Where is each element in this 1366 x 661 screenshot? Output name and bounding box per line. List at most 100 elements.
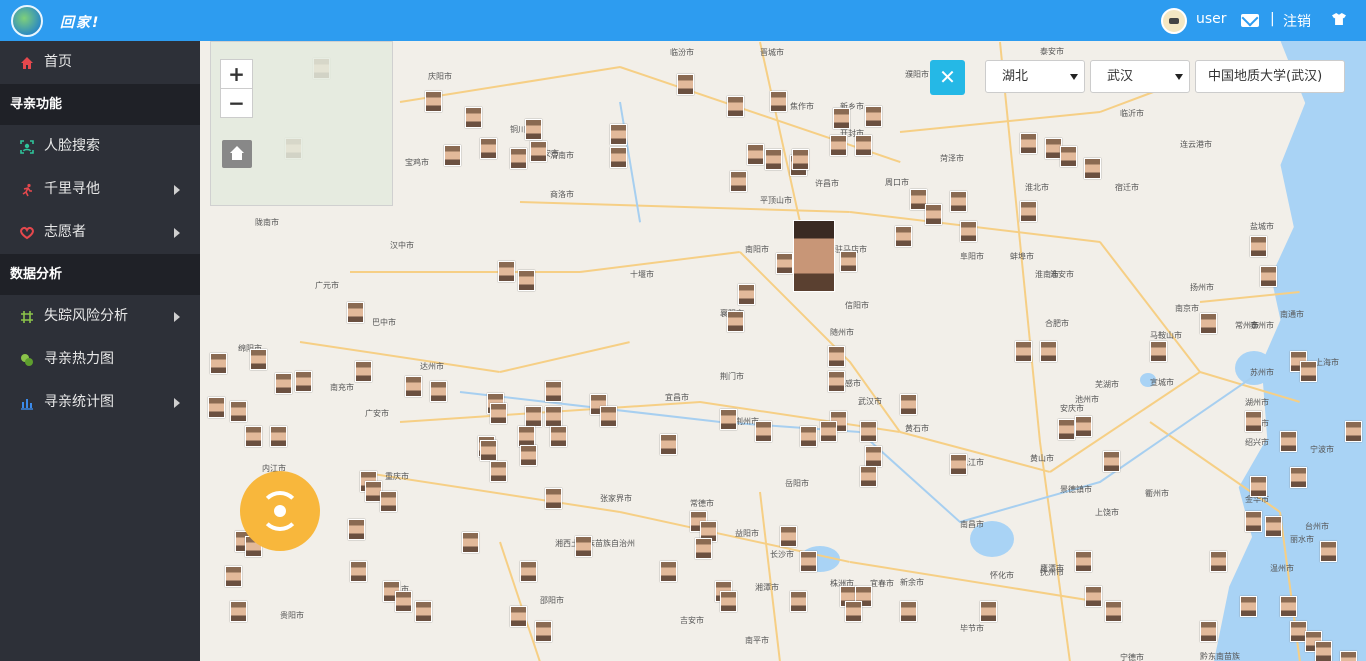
child-photo-marker[interactable]: [1200, 313, 1217, 334]
child-photo-marker[interactable]: [490, 461, 507, 482]
child-photo-marker[interactable]: [793, 220, 835, 292]
child-photo-marker[interactable]: [830, 135, 847, 156]
child-photo-marker[interactable]: [765, 149, 782, 170]
child-photo-marker[interactable]: [950, 191, 967, 212]
child-photo-marker[interactable]: [1103, 451, 1120, 472]
child-photo-marker[interactable]: [295, 371, 312, 392]
child-photo-marker[interactable]: [1245, 511, 1262, 532]
child-photo-marker[interactable]: [347, 302, 364, 323]
child-photo-marker[interactable]: [350, 561, 367, 582]
child-photo-marker[interactable]: [355, 361, 372, 382]
child-photo-marker[interactable]: [1085, 586, 1102, 607]
child-photo-marker[interactable]: [1105, 601, 1122, 622]
child-photo-marker[interactable]: [833, 108, 850, 129]
child-photo-marker[interactable]: [498, 261, 515, 282]
child-photo-marker[interactable]: [348, 519, 365, 540]
sidebar-item-statistics[interactable]: 寻亲统计图: [0, 381, 200, 424]
child-photo-marker[interactable]: [730, 171, 747, 192]
child-photo-marker[interactable]: [925, 204, 942, 225]
child-photo-marker[interactable]: [465, 107, 482, 128]
child-photo-marker[interactable]: [545, 381, 562, 402]
child-photo-marker[interactable]: [1345, 421, 1362, 442]
child-photo-marker[interactable]: [600, 406, 617, 427]
child-photo-marker[interactable]: [865, 446, 882, 467]
locate-button[interactable]: [240, 471, 320, 551]
child-photo-marker[interactable]: [480, 138, 497, 159]
child-photo-marker[interactable]: [462, 532, 479, 553]
child-photo-marker[interactable]: [1210, 551, 1227, 572]
child-photo-marker[interactable]: [900, 601, 917, 622]
child-photo-marker[interactable]: [720, 591, 737, 612]
child-photo-marker[interactable]: [677, 74, 694, 95]
child-photo-marker[interactable]: [747, 144, 764, 165]
child-photo-marker[interactable]: [530, 141, 547, 162]
avatar[interactable]: [1161, 8, 1187, 34]
child-photo-marker[interactable]: [550, 426, 567, 447]
child-photo-marker[interactable]: [250, 349, 267, 370]
child-photo-marker[interactable]: [490, 403, 507, 424]
child-photo-marker[interactable]: [1020, 133, 1037, 154]
child-photo-marker[interactable]: [960, 221, 977, 242]
child-photo-marker[interactable]: [1084, 158, 1101, 179]
child-photo-marker[interactable]: [720, 409, 737, 430]
child-photo-marker[interactable]: [770, 91, 787, 112]
child-photo-marker[interactable]: [1075, 416, 1092, 437]
child-photo-marker[interactable]: [855, 135, 872, 156]
child-photo-marker[interactable]: [738, 284, 755, 305]
child-photo-marker[interactable]: [660, 561, 677, 582]
child-photo-marker[interactable]: [820, 421, 837, 442]
sidebar-item-heatmap[interactable]: 寻亲热力图: [0, 338, 200, 381]
skin-icon[interactable]: [1332, 13, 1346, 25]
sidebar-item-face-search[interactable]: 人脸搜索: [0, 125, 200, 168]
home-icon[interactable]: [222, 140, 252, 168]
logout-link[interactable]: 注销: [1283, 11, 1311, 31]
province-select[interactable]: 湖北: [985, 60, 1085, 93]
child-photo-marker[interactable]: [860, 466, 877, 487]
child-photo-marker[interactable]: [380, 491, 397, 512]
child-photo-marker[interactable]: [828, 371, 845, 392]
child-photo-marker[interactable]: [230, 601, 247, 622]
child-photo-marker[interactable]: [1280, 431, 1297, 452]
child-photo-marker[interactable]: [1250, 236, 1267, 257]
location-field[interactable]: 中国地质大学(武汉): [1195, 60, 1345, 93]
child-photo-marker[interactable]: [776, 253, 793, 274]
child-photo-marker[interactable]: [518, 270, 535, 291]
child-photo-marker[interactable]: [1058, 419, 1075, 440]
child-photo-marker[interactable]: [525, 406, 542, 427]
tools-icon[interactable]: ✕: [930, 60, 965, 95]
child-photo-marker[interactable]: [510, 148, 527, 169]
child-photo-marker[interactable]: [1340, 651, 1357, 661]
child-photo-marker[interactable]: [395, 591, 412, 612]
child-photo-marker[interactable]: [545, 488, 562, 509]
child-photo-marker[interactable]: [545, 406, 562, 427]
child-photo-marker[interactable]: [828, 346, 845, 367]
child-photo-marker[interactable]: [895, 226, 912, 247]
child-photo-marker[interactable]: [425, 91, 442, 112]
child-photo-marker[interactable]: [980, 601, 997, 622]
child-photo-marker[interactable]: [660, 434, 677, 455]
child-photo-marker[interactable]: [800, 551, 817, 572]
child-photo-marker[interactable]: [792, 149, 809, 170]
child-photo-marker[interactable]: [950, 454, 967, 475]
child-photo-marker[interactable]: [430, 381, 447, 402]
child-photo-marker[interactable]: [1015, 341, 1032, 362]
child-photo-marker[interactable]: [900, 394, 917, 415]
user-name[interactable]: user: [1196, 11, 1227, 27]
zoom-in-button[interactable]: +: [220, 59, 253, 89]
child-photo-marker[interactable]: [1260, 266, 1277, 287]
child-photo-marker[interactable]: [1245, 411, 1262, 432]
child-photo-marker[interactable]: [840, 251, 857, 272]
child-photo-marker[interactable]: [610, 124, 627, 145]
child-photo-marker[interactable]: [245, 426, 262, 447]
child-photo-marker[interactable]: [270, 426, 287, 447]
child-photo-marker[interactable]: [865, 106, 882, 127]
child-photo-marker[interactable]: [230, 401, 247, 422]
child-photo-marker[interactable]: [444, 145, 461, 166]
child-photo-marker[interactable]: [535, 621, 552, 642]
child-photo-marker[interactable]: [225, 566, 242, 587]
child-photo-marker[interactable]: [1150, 341, 1167, 362]
child-photo-marker[interactable]: [790, 591, 807, 612]
child-photo-marker[interactable]: [1250, 476, 1267, 497]
child-photo-marker[interactable]: [518, 426, 535, 447]
mail-icon[interactable]: [1241, 14, 1259, 27]
